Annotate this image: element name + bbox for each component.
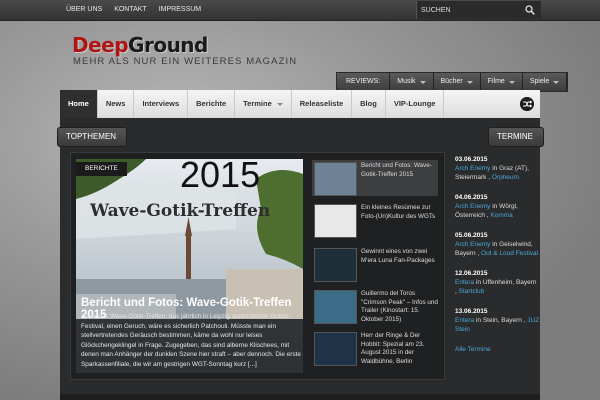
- list-item-title: Bericht und Fotos: Wave-Gotik-Treffen 20…: [361, 162, 432, 178]
- search-box: [416, 1, 541, 19]
- chevron-down-icon: [419, 80, 426, 84]
- logo-part-1: Deep: [72, 33, 129, 57]
- nav-item-label: Berichte: [196, 99, 227, 108]
- reviews-item-label: Filme: [487, 78, 505, 85]
- reviews-item-label: Musik: [397, 78, 416, 85]
- nav-item-interviews[interactable]: Interviews: [134, 90, 189, 118]
- reviews-label: REVIEWS:: [337, 73, 391, 91]
- reviews-item-buecher[interactable]: Bücher: [434, 73, 481, 91]
- nav-item-label: Interviews: [142, 99, 180, 108]
- list-item[interactable]: Ein kleines Resümee zur Foto-(Un)Kultur …: [312, 202, 438, 238]
- reviews-item-label: Spiele: [529, 78, 550, 85]
- search-icon[interactable]: [525, 5, 535, 15]
- termin-item: 13.06.2015 Entera in Stein, Bayern , JUZ…: [455, 307, 540, 334]
- site-logo[interactable]: DeepGround: [72, 33, 208, 57]
- article-thumbnail: [314, 204, 357, 238]
- termin-item: 12.06.2015 Entera in Uffenheim, Bayern ,…: [455, 269, 540, 296]
- shuffle-icon[interactable]: [520, 97, 534, 111]
- nav-item-label: Releaseliste: [299, 99, 344, 108]
- reviews-item-musik[interactable]: Musik: [390, 73, 434, 91]
- termine-list: 03.06.2015 Arch Enemy in Graz (AT), Stei…: [455, 155, 540, 354]
- list-item-title: Gewinnt eines von zwei M'era Luna Fan-Pa…: [361, 248, 435, 264]
- nav-item-vip-lounge[interactable]: VIP-Lounge: [386, 90, 445, 118]
- termin-venue-link[interactable]: Startclub: [459, 288, 485, 295]
- article-thumbnail: [314, 332, 357, 366]
- list-item[interactable]: Guillermo del Toros "Crimson Peak" – Inf…: [312, 288, 438, 324]
- nav-item-label: Termine: [243, 99, 272, 108]
- chevron-down-icon: [276, 102, 283, 106]
- section-topthemen: TOPTHEMEN: [57, 127, 127, 147]
- article-thumbnail: [314, 248, 357, 282]
- list-item-title: Ein kleines Resümee zur Foto-(Un)Kultur …: [361, 204, 436, 220]
- termin-venue-link[interactable]: Out & Loud Festival: [481, 250, 538, 257]
- nav-item-label: Blog: [360, 99, 377, 108]
- nav-item-label: News: [105, 99, 126, 108]
- nav-item-blog[interactable]: Blog: [352, 90, 386, 118]
- article-thumbnail: [314, 162, 357, 196]
- list-item-title: Herr der Ringe & Der Hobbit: Spezial am …: [361, 332, 425, 365]
- featured-excerpt: Hätte das Wave-Gotik-Treffen, das jährli…: [81, 313, 301, 368]
- image-banner: Wave-Gotik-Treffen: [90, 201, 271, 221]
- termin-band-link[interactable]: Arch Enemy: [455, 203, 490, 210]
- category-badge[interactable]: BERICHTE: [76, 162, 127, 176]
- top-links: ÜBER UNS KONTAKT IMPRESSUM: [60, 0, 207, 20]
- nav-item-berichte[interactable]: Berichte: [188, 90, 236, 118]
- top-link-ueber-uns[interactable]: ÜBER UNS: [60, 0, 108, 20]
- termin-venue-link[interactable]: Orpheum: [492, 174, 519, 181]
- site-tagline: MEHR ALS NUR EIN WEITERES MAGAZIN: [73, 56, 298, 67]
- termin-item: 05.06.2015 Arch Enemy in Geiselwind, Bay…: [455, 231, 540, 258]
- termin-band-link[interactable]: Entera: [455, 279, 474, 286]
- termin-date: 05.06.2015: [455, 232, 488, 239]
- list-item[interactable]: Herr der Ringe & Der Hobbit: Spezial am …: [312, 330, 438, 366]
- list-item[interactable]: Bericht und Fotos: Wave-Gotik-Treffen 20…: [312, 160, 438, 196]
- all-termine-link[interactable]: Alle Termine: [455, 345, 540, 354]
- termin-item: 03.06.2015 Arch Enemy in Graz (AT), Stei…: [455, 155, 540, 182]
- chevron-down-icon: [553, 80, 560, 84]
- termin-date: 12.06.2015: [455, 270, 488, 277]
- termin-band-link[interactable]: Arch Enemy: [455, 165, 490, 172]
- termin-date: 13.06.2015: [455, 308, 488, 315]
- reviews-menu: REVIEWS: Musik Bücher Filme Spiele: [336, 72, 569, 92]
- termin-place: in Stein, Bayern ,: [474, 317, 528, 324]
- top-link-impressum[interactable]: IMPRESSUM: [153, 0, 207, 20]
- chevron-down-icon: [508, 80, 515, 84]
- article-thumbnail: [314, 290, 357, 324]
- main-nav: Home News Interviews Berichte Termine Re…: [60, 90, 540, 119]
- nav-item-termine[interactable]: Termine: [235, 90, 292, 118]
- termin-date: 04.06.2015: [455, 194, 488, 201]
- search-input[interactable]: [421, 3, 521, 17]
- nav-item-news[interactable]: News: [98, 90, 135, 118]
- top-bar: ÜBER UNS KONTAKT IMPRESSUM: [0, 0, 600, 21]
- reviews-item-spiele[interactable]: Spiele: [523, 73, 568, 91]
- termin-item: 04.06.2015 Arch Enemy in Wörgl, Österrei…: [455, 193, 540, 220]
- logo-part-2: Ground: [128, 33, 208, 57]
- reviews-item-label: Bücher: [440, 78, 463, 85]
- bottom-strip: [60, 394, 540, 400]
- termin-venue-link[interactable]: Komma: [490, 212, 512, 219]
- termin-band-link[interactable]: Entera: [455, 317, 474, 324]
- nav-item-home[interactable]: Home: [60, 90, 98, 118]
- nav-item-releaseliste[interactable]: Releaseliste: [292, 90, 353, 118]
- image-year: 2015: [180, 159, 261, 195]
- list-item[interactable]: Gewinnt eines von zwei M'era Luna Fan-Pa…: [312, 246, 438, 282]
- nav-item-label: VIP-Lounge: [393, 99, 436, 108]
- reviews-item-filme[interactable]: Filme: [481, 73, 523, 91]
- termin-date: 03.06.2015: [455, 156, 488, 163]
- nav-item-label: Home: [68, 99, 89, 108]
- section-termine: TERMINE: [488, 127, 544, 147]
- top-link-kontakt[interactable]: KONTAKT: [108, 0, 153, 20]
- list-item-title: Guillermo del Toros "Crimson Peak" – Inf…: [361, 290, 438, 323]
- chevron-down-icon: [466, 80, 473, 84]
- termin-band-link[interactable]: Arch Enemy: [455, 241, 490, 248]
